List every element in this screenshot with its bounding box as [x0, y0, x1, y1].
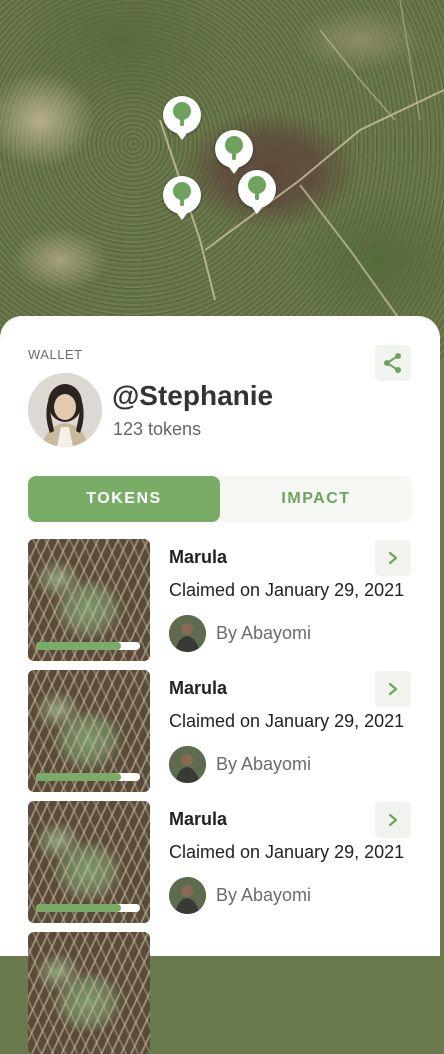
chevron-right-icon — [388, 551, 398, 565]
tab-tokens[interactable]: TOKENS — [28, 476, 220, 522]
owner-avatar — [169, 746, 206, 783]
owner-name: By Abayomi — [216, 623, 312, 643]
tree-pin-icon[interactable] — [215, 130, 253, 168]
owner-avatar — [169, 877, 206, 914]
username: @Stephanie — [112, 380, 274, 411]
tab-impact[interactable]: IMPACT — [220, 476, 412, 522]
claimed-date: Claimed on January 29, 2021 — [169, 711, 405, 731]
token-item[interactable]: Marula Claimed on January 29, 2021 By Ab… — [0, 801, 440, 923]
map-roads — [159, 0, 444, 321]
token-item[interactable]: Marula Claimed on January 29, 2021 By Ab… — [0, 670, 440, 792]
tree-pin-icon[interactable] — [238, 170, 276, 208]
growth-progress-bar — [36, 904, 140, 912]
wallet-panel: WALLET @Stephanie 123 tokens TOKENS IMPA… — [0, 316, 440, 1054]
open-token-button[interactable] — [375, 540, 411, 576]
token-item[interactable]: Marula Claimed on January 29, 2021 By Ab… — [0, 539, 440, 661]
tab-bar: TOKENS IMPACT — [28, 476, 412, 522]
owner-name: By Abayomi — [216, 754, 312, 774]
claimed-date: Claimed on January 29, 2021 — [169, 842, 405, 862]
chevron-right-icon — [388, 682, 398, 696]
tree-pin-icon[interactable] — [163, 176, 201, 214]
section-label: WALLET — [28, 347, 83, 362]
token-thumbnail — [28, 539, 150, 661]
token-thumbnail — [28, 801, 150, 923]
satellite-map[interactable] — [0, 0, 444, 360]
owner-avatar — [169, 615, 206, 652]
avatar — [28, 373, 102, 447]
claimed-date: Claimed on January 29, 2021 — [169, 580, 405, 600]
share-button[interactable] — [375, 345, 411, 381]
token-item[interactable] — [0, 932, 440, 1054]
token-thumbnail — [28, 932, 150, 1054]
token-name: Marula — [169, 678, 228, 698]
tokens-count: 123 tokens — [113, 419, 202, 439]
open-token-button[interactable] — [375, 671, 411, 707]
token-thumbnail — [28, 670, 150, 792]
growth-progress-bar — [36, 642, 140, 650]
growth-progress-bar — [36, 773, 140, 781]
owner-name: By Abayomi — [216, 885, 312, 905]
token-name: Marula — [169, 809, 228, 829]
open-token-button[interactable] — [375, 802, 411, 838]
tree-pin-icon[interactable] — [163, 96, 201, 134]
chevron-right-icon — [388, 813, 398, 827]
token-name: Marula — [169, 547, 228, 567]
share-icon — [384, 353, 401, 373]
